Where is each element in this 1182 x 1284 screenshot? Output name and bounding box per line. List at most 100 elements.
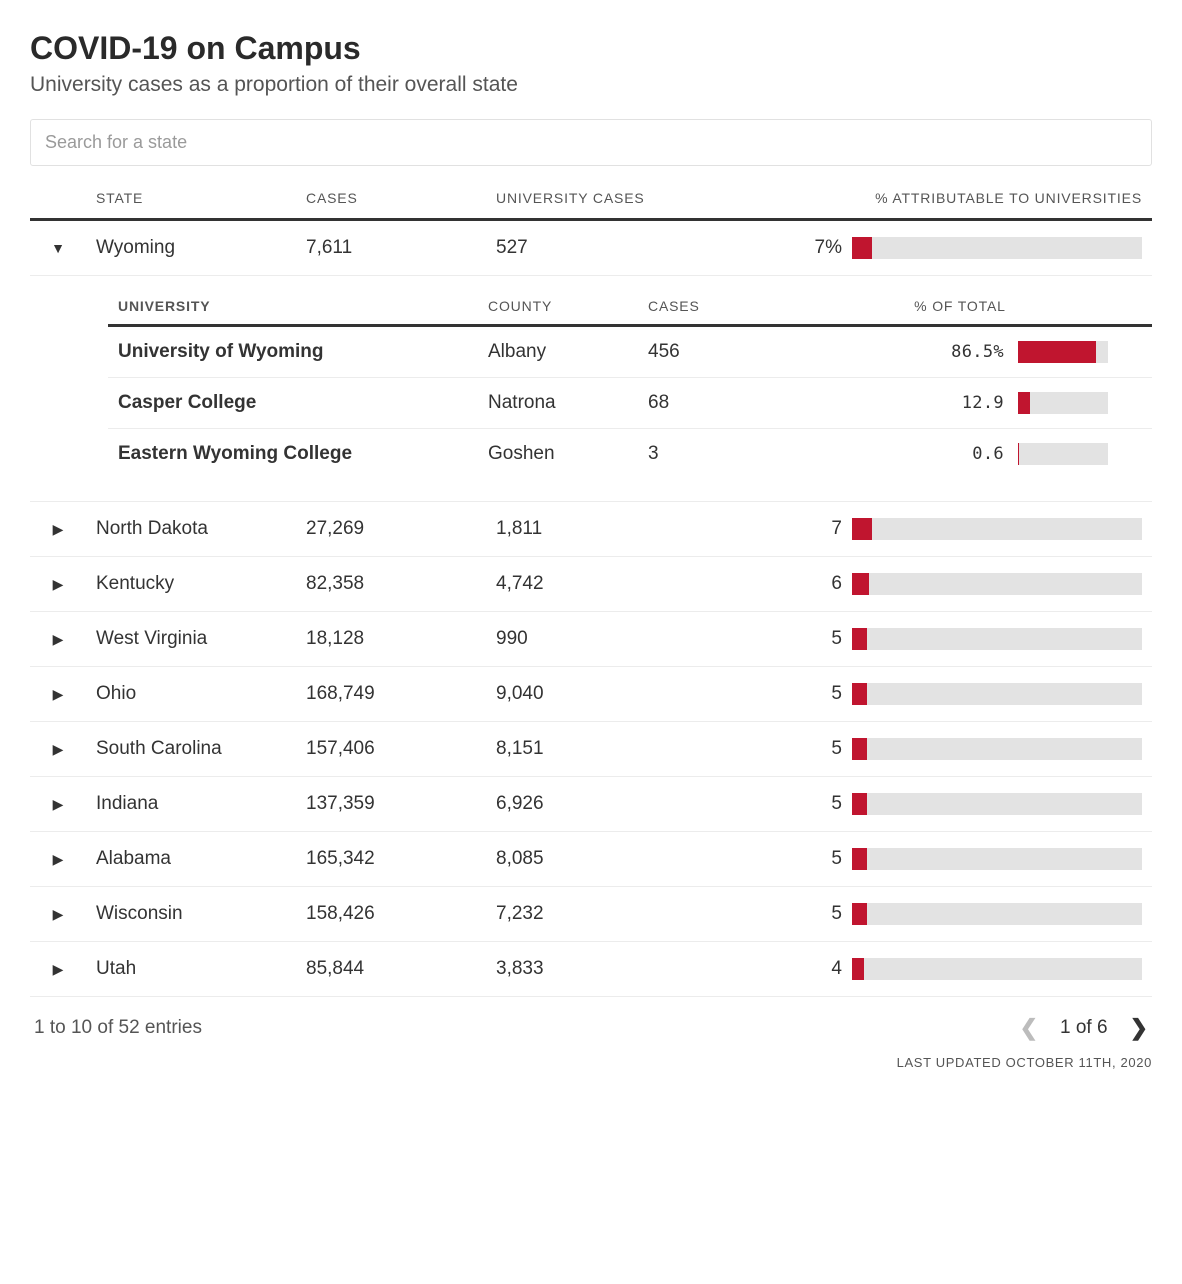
page-title: COVID-19 on Campus: [30, 30, 1152, 67]
pct-label: 5: [808, 683, 842, 705]
table-row: ▶South Carolina157,4068,1515: [30, 722, 1152, 777]
detail-table: UNIVERSITYCOUNTYCASES% OF TOTAL Universit…: [108, 288, 1152, 479]
pct-bar: [852, 237, 1142, 259]
university-cases-cell: 3,833: [486, 942, 696, 997]
col-state-header[interactable]: STATE: [86, 180, 296, 220]
detail-pct-cell: 86.5%: [768, 326, 1152, 378]
states-table: STATE CASES UNIVERSITY CASES % ATTRIBUTA…: [30, 180, 1152, 997]
col-expand-header: [30, 180, 86, 220]
table-row: ▶Wisconsin158,4267,2325: [30, 887, 1152, 942]
cases-cell: 7,611: [296, 220, 486, 276]
expand-toggle[interactable]: ▶: [53, 686, 64, 703]
pct-label: 4: [808, 958, 842, 980]
detail-col-cases-header[interactable]: CASES: [638, 288, 768, 326]
pct-label: 6: [808, 573, 842, 595]
university-cases-cell: 4,742: [486, 557, 696, 612]
expand-toggle[interactable]: ▶: [53, 741, 64, 758]
pct-bar: [852, 518, 1142, 540]
pct-cell: 7%: [696, 220, 1152, 276]
expand-toggle[interactable]: ▶: [53, 961, 64, 978]
cases-cell: 27,269: [296, 502, 486, 557]
expand-toggle[interactable]: ▶: [53, 906, 64, 923]
cases-cell: 157,406: [296, 722, 486, 777]
pager-page-label: 1 of 6: [1060, 1017, 1108, 1039]
detail-pct-label: 86.5%: [951, 342, 1004, 362]
app-container: COVID-19 on Campus University cases as a…: [30, 30, 1152, 1070]
detail-col-pct-header[interactable]: % OF TOTAL: [768, 288, 1152, 326]
table-row: ▶West Virginia18,1289905: [30, 612, 1152, 667]
university-cases-cell: 8,085: [486, 832, 696, 887]
cases-cell: 82,358: [296, 557, 486, 612]
detail-table-row: Casper CollegeNatrona6812.9: [108, 378, 1152, 429]
col-university-cases-header[interactable]: UNIVERSITY CASES: [486, 180, 696, 220]
pct-label: 5: [808, 903, 842, 925]
state-cell: Indiana: [86, 777, 296, 832]
expand-toggle[interactable]: ▶: [53, 851, 64, 868]
states-table-body: ▼ Wyoming7,6115277% UNIVERSITYCOUNTYCASES%…: [30, 220, 1152, 997]
cases-cell: 137,359: [296, 777, 486, 832]
table-row: ▶ Alabama165,3428,085 5: [30, 832, 1152, 887]
page-subtitle: University cases as a proportion of thei…: [30, 73, 1152, 97]
university-cases-cell: 9,040: [486, 667, 696, 722]
state-cell: Utah: [86, 942, 296, 997]
pct-bar: [852, 848, 1142, 870]
pct-label: 7: [808, 518, 842, 540]
pct-label: 5: [808, 848, 842, 870]
pager-next[interactable]: ❯: [1130, 1015, 1148, 1041]
pct-cell: 5: [696, 887, 1152, 942]
detail-pct-cell: 0.6: [768, 429, 1152, 480]
detail-cases-cell: 3: [638, 429, 768, 480]
expand-toggle[interactable]: ▶: [53, 576, 64, 593]
pct-cell: 5: [696, 722, 1152, 777]
expand-toggle[interactable]: ▶: [53, 521, 64, 538]
pct-label: 5: [808, 793, 842, 815]
university-cases-cell: 527: [486, 220, 696, 276]
pct-bar: [852, 628, 1142, 650]
pct-bar: [852, 683, 1142, 705]
table-row: ▶ Kentucky82,3584,742 6: [30, 557, 1152, 612]
pct-cell: 4: [696, 942, 1152, 997]
pct-bar: [852, 573, 1142, 595]
university-cases-cell: 6,926: [486, 777, 696, 832]
pager: ❮ 1 of 6 ❯: [1020, 1015, 1148, 1041]
pct-cell: 5: [696, 612, 1152, 667]
state-cell: Ohio: [86, 667, 296, 722]
cases-cell: 168,749: [296, 667, 486, 722]
detail-pct-bar: [1018, 443, 1108, 465]
expand-toggle[interactable]: ▼: [51, 240, 65, 256]
state-cell: Alabama: [86, 832, 296, 887]
pct-label: 5: [808, 628, 842, 650]
county-cell: Goshen: [478, 429, 638, 480]
pct-bar: [852, 793, 1142, 815]
detail-cases-cell: 456: [638, 326, 768, 378]
state-cell: Wisconsin: [86, 887, 296, 942]
state-cell: Wyoming: [86, 220, 296, 276]
col-pct-header[interactable]: % ATTRIBUTABLE TO UNIVERSITIES: [696, 180, 1152, 220]
last-updated: LAST UPDATED OCTOBER 11TH, 2020: [30, 1055, 1152, 1070]
search-input[interactable]: [30, 119, 1152, 166]
university-cell: Eastern Wyoming College: [108, 429, 478, 480]
university-cases-cell: 8,151: [486, 722, 696, 777]
state-cell: North Dakota: [86, 502, 296, 557]
university-cell: Casper College: [108, 378, 478, 429]
pct-cell: 7: [696, 502, 1152, 557]
pct-bar: [852, 958, 1142, 980]
states-table-header: STATE CASES UNIVERSITY CASES % ATTRIBUTA…: [30, 180, 1152, 220]
detail-col-county-header[interactable]: COUNTY: [478, 288, 638, 326]
pct-label: 5: [808, 738, 842, 760]
col-cases-header[interactable]: CASES: [296, 180, 486, 220]
pct-bar: [852, 903, 1142, 925]
detail-col-university-header[interactable]: UNIVERSITY: [108, 288, 478, 326]
detail-table-row: Eastern Wyoming CollegeGoshen3 0.6: [108, 429, 1152, 480]
expand-toggle[interactable]: ▶: [53, 631, 64, 648]
state-cell: West Virginia: [86, 612, 296, 667]
expand-toggle[interactable]: ▶: [53, 796, 64, 813]
cases-cell: 85,844: [296, 942, 486, 997]
state-cell: Kentucky: [86, 557, 296, 612]
cases-cell: 165,342: [296, 832, 486, 887]
cases-cell: 18,128: [296, 612, 486, 667]
pct-cell: 6: [696, 557, 1152, 612]
detail-pct-label: 0.6: [972, 444, 1004, 464]
pager-prev[interactable]: ❮: [1020, 1015, 1038, 1041]
university-cell: University of Wyoming: [108, 326, 478, 378]
